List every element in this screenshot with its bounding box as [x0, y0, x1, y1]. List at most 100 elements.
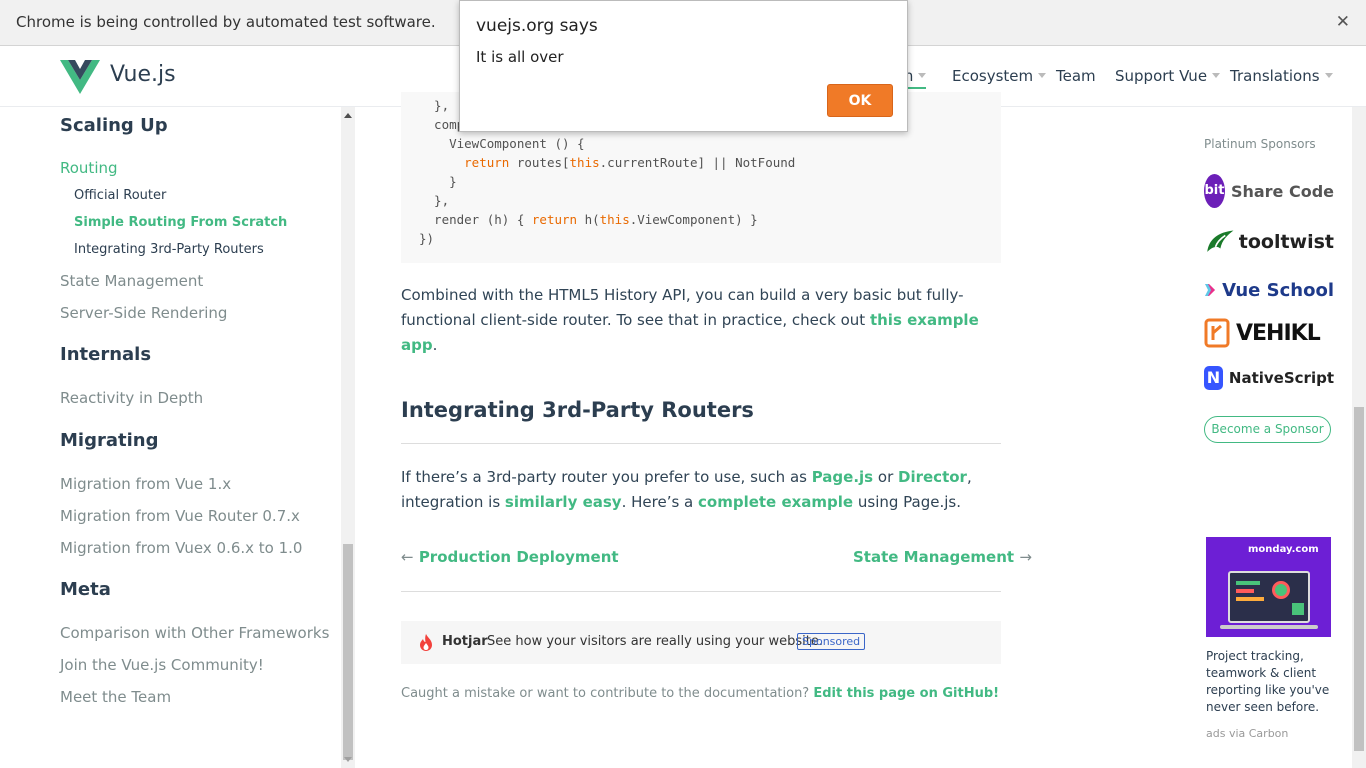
sidebar-heading-scaling-up: Scaling Up: [60, 115, 168, 136]
prev-page-link[interactable]: ← Production Deployment: [401, 548, 619, 566]
code-line: render (h) { return h(this.ViewComponent…: [419, 212, 758, 227]
text: .: [432, 336, 438, 354]
sidebar-item-community[interactable]: Join the Vue.js Community!: [60, 656, 264, 674]
sidebar-item-comparison[interactable]: Comparison with Other Frameworks: [60, 624, 329, 642]
sidebar-heading-internals: Internals: [60, 344, 152, 365]
sponsor-name: NativeScript: [1228, 369, 1334, 387]
carbon-ad-image[interactable]: monday.com: [1206, 537, 1331, 637]
carbon-ad-text[interactable]: Project tracking, teamwork & client repo…: [1206, 648, 1332, 716]
screen-bar: [1236, 589, 1254, 593]
chevron-down-icon: [918, 73, 927, 78]
scroll-down-arrow-icon[interactable]: [344, 757, 352, 762]
code-text: .ViewComponent) }: [629, 212, 758, 227]
text: or: [873, 468, 899, 486]
paragraph-history-api: Combined with the HTML5 History API, you…: [401, 283, 1001, 358]
code-text: routes[: [509, 155, 570, 170]
sidebar-item-migration-router[interactable]: Migration from Vue Router 0.7.x: [60, 507, 300, 525]
sidebar-heading-migrating: Migrating: [60, 430, 159, 451]
vue-school-logo-icon: [1205, 283, 1216, 297]
nav-team[interactable]: Team: [1056, 67, 1096, 85]
ok-button[interactable]: OK: [827, 84, 893, 117]
sidebar-subitem-simple-routing[interactable]: Simple Routing From Scratch: [74, 215, 287, 230]
chevron-down-icon: [1212, 73, 1221, 78]
dialog-title: vuejs.org says: [476, 16, 598, 36]
divider: [401, 591, 1001, 592]
sponsored-ad[interactable]: Hotjar See how your visitors are really …: [401, 621, 1001, 664]
text: . Here’s a: [621, 493, 698, 511]
arrow-right-icon: →: [1019, 548, 1032, 566]
monday-brand: monday.com: [1248, 544, 1319, 555]
become-sponsor-button[interactable]: Become a Sponsor: [1204, 416, 1331, 443]
complete-example-link[interactable]: complete example: [698, 493, 853, 511]
brand-name[interactable]: Vue.js: [110, 62, 176, 87]
sponsor-name: VEHIKL: [1236, 320, 1321, 346]
sidebar-item-reactivity[interactable]: Reactivity in Depth: [60, 389, 203, 407]
sponsor-vue-school[interactable]: Vue School: [1204, 272, 1334, 308]
sidebar-subitem-integrating[interactable]: Integrating 3rd-Party Routers: [74, 242, 264, 257]
page-scrollbar-thumb[interactable]: [1354, 407, 1364, 751]
code-line: },: [419, 98, 449, 113]
sidebar-subitem-official-router[interactable]: Official Router: [74, 188, 166, 203]
sponsor-tooltwist[interactable]: tooltwist: [1204, 224, 1334, 260]
vehikl-logo-icon: [1204, 318, 1230, 348]
text: Caught a mistake or want to contribute t…: [401, 686, 814, 701]
code-text: h(: [577, 212, 600, 227]
arrow-left-icon: ←: [401, 548, 414, 566]
screen-bar: [1236, 597, 1264, 601]
sponsor-bit[interactable]: bit Share Code: [1204, 173, 1334, 209]
sidebar-item-migration-vuex[interactable]: Migration from Vuex 0.6.x to 1.0: [60, 539, 302, 557]
next-page-link[interactable]: State Management →: [853, 548, 1032, 566]
prev-page-label: Production Deployment: [418, 548, 619, 566]
sidebar-item-state-management[interactable]: State Management: [60, 272, 203, 290]
next-page-label: State Management: [853, 548, 1015, 566]
code-keyword: this: [569, 155, 600, 170]
ad-brand: Hotjar: [442, 634, 488, 649]
similarly-easy-link[interactable]: similarly easy: [505, 493, 622, 511]
nav-support-vue[interactable]: Support Vue: [1115, 67, 1221, 85]
code-line: ViewComponent () {: [419, 136, 585, 151]
sidebar-scrollbar-thumb[interactable]: [343, 544, 353, 760]
pagejs-link[interactable]: Page.js: [812, 468, 873, 486]
code-text: },: [419, 193, 450, 208]
page-scrollbar[interactable]: [1352, 107, 1366, 768]
sidebar-scrollbar[interactable]: [341, 107, 355, 768]
divider: [401, 443, 1001, 444]
nav-translations-label: Translations: [1230, 67, 1320, 85]
sidebar-item-routing[interactable]: Routing: [60, 159, 118, 177]
chevron-down-icon: [1038, 73, 1047, 78]
nav-ecosystem[interactable]: Ecosystem: [952, 67, 1047, 85]
code-keyword: return: [464, 155, 510, 170]
screen-bar: [1236, 581, 1260, 585]
alert-dialog: vuejs.org says It is all over OK: [459, 0, 908, 132]
sponsor-vehikl[interactable]: VEHIKL: [1204, 315, 1334, 351]
edit-on-github-link[interactable]: Edit this page on GitHub!: [813, 686, 999, 701]
director-link[interactable]: Director: [898, 468, 967, 486]
dialog-message: It is all over: [476, 48, 564, 66]
code-line: },: [419, 193, 449, 208]
nav-translations[interactable]: Translations: [1230, 67, 1333, 85]
vue-logo-icon[interactable]: [60, 60, 100, 94]
scroll-up-arrow-icon[interactable]: [344, 113, 352, 118]
code-line: return routes[this.currentRoute] || NotF…: [419, 155, 795, 170]
sponsor-name: tooltwist: [1238, 231, 1334, 253]
screen-bar: [1292, 603, 1304, 615]
section-heading: Integrating 3rd-Party Routers: [401, 398, 754, 422]
code-text: },: [419, 98, 450, 113]
code-text: ViewComponent () {: [419, 136, 585, 151]
code-text: }): [419, 231, 435, 246]
sidebar-item-team[interactable]: Meet the Team: [60, 688, 171, 706]
nav-support-label: Support Vue: [1115, 67, 1208, 85]
carbon-via-link[interactable]: ads via Carbon: [1206, 727, 1288, 740]
sidebar-item-ssr[interactable]: Server-Side Rendering: [60, 304, 227, 322]
sponsor-nativescript[interactable]: N NativeScript: [1204, 360, 1334, 396]
chevron-down-icon: [1324, 73, 1333, 78]
text: using Page.js.: [853, 493, 961, 511]
sidebar-heading-meta: Meta: [60, 579, 111, 600]
nav-ecosystem-label: Ecosystem: [952, 67, 1034, 85]
code-text: .currentRoute] || NotFound: [599, 155, 796, 170]
infobar-message: Chrome is being controlled by automated …: [16, 13, 436, 31]
laptop-screen: [1228, 571, 1310, 623]
code-text: }: [419, 174, 457, 189]
sidebar-item-migration-vue1[interactable]: Migration from Vue 1.x: [60, 475, 231, 493]
close-icon[interactable]: ✕: [1336, 12, 1350, 32]
